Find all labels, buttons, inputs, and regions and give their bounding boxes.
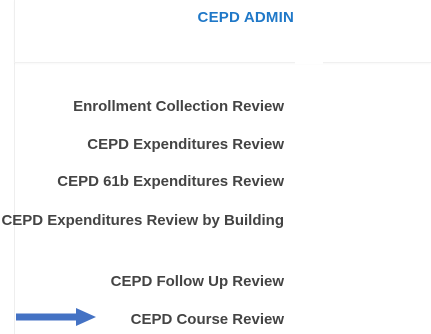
right-arrow-icon bbox=[16, 308, 96, 326]
menu-item-cepd-expenditures-review-by-building[interactable]: CEPD Expenditures Review by Building bbox=[0, 208, 284, 234]
menu-item-cepd-61b-expenditures-review[interactable]: CEPD 61b Expenditures Review bbox=[57, 171, 284, 193]
arrow-shaft bbox=[16, 313, 78, 321]
brand-title[interactable]: CEPD ADMIN bbox=[0, 9, 294, 26]
menu-item-enrollment-collection-review[interactable]: Enrollment Collection Review bbox=[73, 96, 284, 118]
header-divider-gap bbox=[295, 58, 323, 64]
menu-item-cepd-course-review[interactable]: CEPD Course Review bbox=[131, 309, 284, 331]
menu-item-cepd-follow-up-review[interactable]: CEPD Follow Up Review bbox=[111, 271, 284, 293]
menu-item-cepd-expenditures-review[interactable]: CEPD Expenditures Review bbox=[87, 134, 284, 156]
arrow-head bbox=[76, 308, 96, 326]
